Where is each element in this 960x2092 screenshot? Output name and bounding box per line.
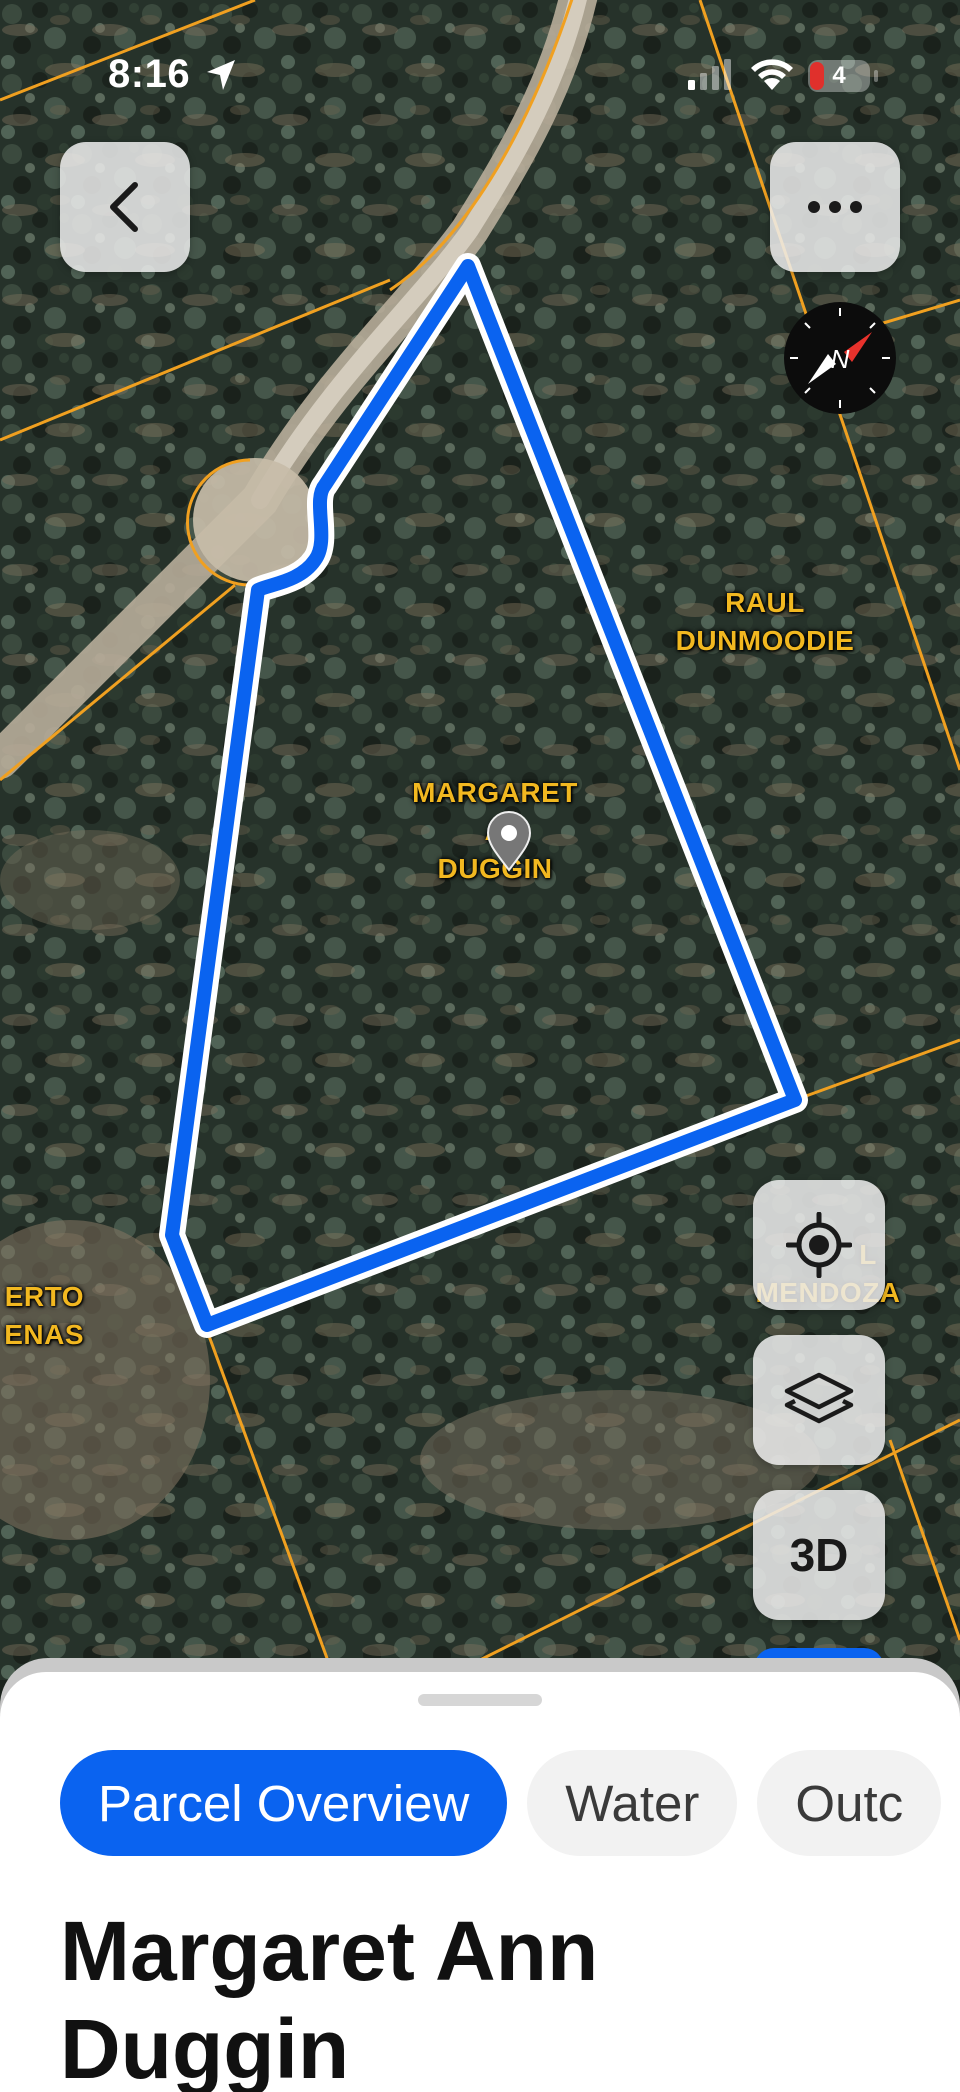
wifi-icon (751, 59, 793, 90)
parcel-label-raul[interactable]: RAUL DUNMOODIE (665, 584, 865, 660)
compass-letter: N (831, 344, 850, 374)
locate-me-button[interactable] (753, 1180, 885, 1310)
label-line: RAUL (725, 587, 805, 618)
label-line: MARGARET (412, 777, 578, 808)
more-options-button[interactable] (770, 142, 900, 272)
parcel-owner-title: Margaret Ann Duggin (60, 1904, 599, 2092)
label-line: ENAS (4, 1319, 84, 1350)
compass-icon: N (790, 308, 890, 408)
back-button[interactable] (60, 142, 190, 272)
compass-button[interactable]: N (784, 302, 896, 414)
3d-label: 3D (789, 1529, 849, 1581)
parcel-bottom-sheet[interactable]: Parcel Overview Water Outc Margaret Ann … (0, 1672, 960, 2092)
sheet-tab-bar: Parcel Overview Water Outc (60, 1750, 942, 1858)
ellipsis-icon (808, 201, 862, 213)
status-bar: 8:16 4 (0, 0, 960, 150)
battery-indicator: 4 (808, 60, 878, 92)
crosshair-icon (786, 1212, 852, 1278)
cellular-signal-icon (688, 59, 731, 90)
location-arrow-icon (207, 60, 235, 90)
tab-parcel-overview[interactable]: Parcel Overview (60, 1750, 508, 1856)
label-line: DUNMOODIE (675, 625, 855, 656)
tab-outc[interactable]: Outc (757, 1750, 942, 1856)
map-layers-button[interactable] (753, 1335, 885, 1465)
3d-view-button[interactable]: 3D (753, 1490, 885, 1620)
label-line: ERTO (4, 1281, 84, 1312)
tab-water[interactable]: Water (527, 1750, 738, 1856)
parcel-pin-icon[interactable] (485, 810, 533, 872)
parcel-label-erto[interactable]: ERTO ENAS (0, 1278, 84, 1354)
status-time: 8:16 (108, 52, 191, 96)
layers-icon (784, 1372, 854, 1424)
chevron-left-icon (110, 182, 138, 232)
sheet-grabber[interactable] (418, 1694, 542, 1706)
battery-level: 4 (832, 62, 846, 89)
